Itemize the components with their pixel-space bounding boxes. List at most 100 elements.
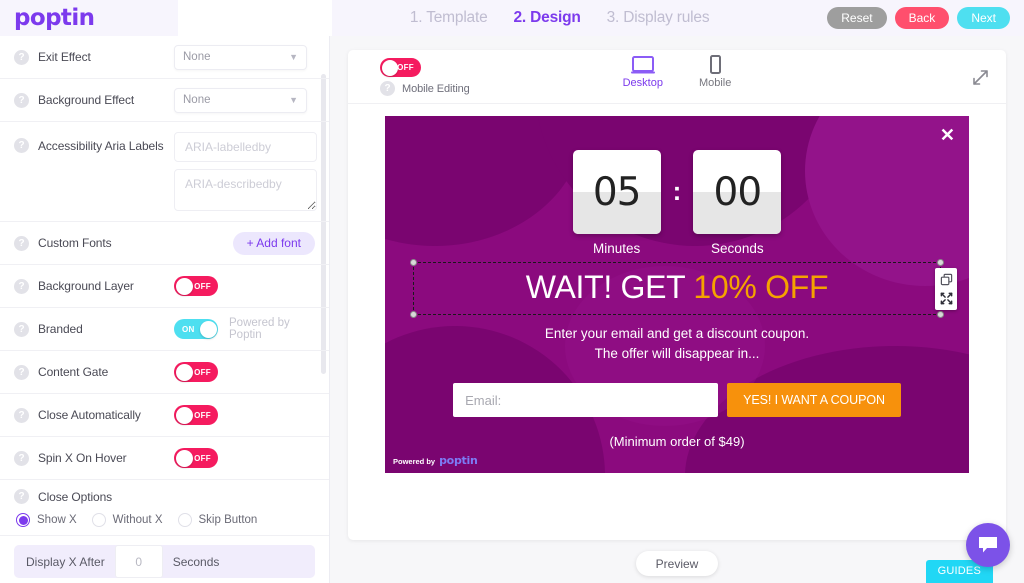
- timer-seconds-value: 00: [713, 169, 763, 215]
- headline-highlight-text: 10% OFF: [693, 269, 829, 305]
- setting-custom-fonts: ? Custom Fonts + Add font: [0, 222, 329, 265]
- timer-minutes: 05 Minutes: [572, 150, 661, 256]
- background-layer-toggle-state: OFF: [194, 281, 211, 291]
- reset-button[interactable]: Reset: [827, 7, 887, 29]
- spin-x-label: Spin X On Hover: [38, 451, 127, 465]
- resize-handle-top-left[interactable]: [410, 259, 417, 266]
- close-options-label: Close Options: [38, 489, 113, 504]
- help-icon[interactable]: ?: [14, 92, 29, 108]
- subtext-line-2: The offer will disappear in...: [594, 345, 760, 361]
- resize-handle-bottom-right[interactable]: [937, 311, 944, 318]
- aria-label-group: ? Accessibility Aria Labels: [14, 132, 174, 153]
- radio-skip-button-label: Skip Button: [198, 514, 258, 526]
- popup-canvas[interactable]: ✕ 05 Minutes : 00 Seconds WAIT! GET 10% …: [385, 116, 969, 473]
- setting-spin-x-on-hover: ? Spin X On Hover OFF: [0, 437, 329, 480]
- branded-toggle[interactable]: ON: [174, 319, 218, 339]
- coupon-submit-button[interactable]: YES! I WANT A COUPON: [727, 383, 901, 418]
- timer-seconds-label: Seconds: [711, 241, 764, 256]
- close-options-radios: Show X Without X Skip Button: [14, 513, 315, 527]
- resize-handle-top-right[interactable]: [937, 259, 944, 266]
- move-icon[interactable]: [940, 292, 953, 305]
- powered-by-prefix: Powered by: [393, 457, 436, 466]
- timer-separator: :: [672, 176, 682, 206]
- spin-x-toggle[interactable]: OFF: [174, 448, 218, 468]
- background-effect-label-group: ? Background Effect: [14, 92, 174, 108]
- chat-widget-button[interactable]: [966, 523, 1010, 567]
- setting-aria-labels: ? Accessibility Aria Labels: [0, 122, 329, 222]
- close-icon[interactable]: ✕: [940, 126, 955, 144]
- popup-subtext[interactable]: Enter your email and get a discount coup…: [385, 324, 969, 363]
- help-icon[interactable]: ?: [14, 138, 29, 153]
- toggle-knob: [175, 277, 193, 295]
- display-x-after-row: Display X After Seconds: [14, 545, 315, 578]
- content-gate-label-group: ? Content Gate: [14, 364, 174, 380]
- toggle-knob: [175, 449, 193, 467]
- add-font-button[interactable]: + Add font: [232, 231, 315, 255]
- display-x-after-input[interactable]: [114, 545, 163, 578]
- tab-desktop-label: Desktop: [622, 77, 663, 89]
- setting-close-options: ? Close Options Show X Without X Skip Bu…: [0, 480, 329, 536]
- next-button[interactable]: Next: [957, 7, 1010, 29]
- email-input[interactable]: [453, 383, 719, 418]
- content-gate-label: Content Gate: [38, 365, 109, 379]
- popup-headline[interactable]: WAIT! GET 10% OFF: [414, 269, 940, 306]
- background-layer-label: Background Layer: [38, 279, 134, 293]
- exit-effect-select[interactable]: None ▼: [174, 44, 307, 70]
- tab-mobile[interactable]: Mobile: [699, 55, 731, 89]
- tab-mobile-label: Mobile: [698, 77, 732, 89]
- background-layer-toggle[interactable]: OFF: [174, 276, 218, 296]
- help-icon[interactable]: ?: [14, 450, 29, 466]
- background-effect-label: Background Effect: [38, 93, 135, 107]
- radio-skip-button[interactable]: [177, 513, 192, 527]
- close-automatically-toggle[interactable]: OFF: [174, 405, 218, 425]
- logo-area: poptin: [0, 0, 178, 36]
- radio-without-x-label: Without X: [112, 514, 163, 526]
- resize-handle-bottom-left[interactable]: [410, 311, 417, 318]
- branded-note: Powered by Poptin: [229, 317, 290, 341]
- timer-card: 05: [572, 150, 661, 234]
- aria-describedby-input[interactable]: [174, 169, 317, 211]
- toggle-knob: [199, 320, 217, 338]
- poptin-logo[interactable]: poptin: [14, 5, 95, 31]
- content-gate-toggle-state: OFF: [194, 367, 211, 377]
- timer-card: 00: [693, 150, 782, 234]
- countdown-timer: 05 Minutes : 00 Seconds: [385, 116, 969, 256]
- step-design[interactable]: 2. Design: [514, 9, 581, 27]
- poptin-editor: poptin 1. Template 2. Design 3. Display …: [0, 0, 1024, 583]
- background-effect-select[interactable]: None ▼: [174, 87, 307, 113]
- help-icon[interactable]: ?: [14, 321, 29, 337]
- powered-by-badge[interactable]: Powered by poptin: [393, 454, 478, 467]
- element-tools: [935, 268, 957, 310]
- help-icon[interactable]: ?: [14, 49, 29, 65]
- content-gate-toggle[interactable]: OFF: [174, 362, 218, 382]
- settings-sidebar[interactable]: ? Exit Effect None ▼ ? Background Effect…: [0, 36, 330, 583]
- step-display-rules[interactable]: 3. Display rules: [607, 9, 710, 27]
- desktop-icon: [630, 56, 655, 74]
- expand-canvas-button[interactable]: [971, 68, 990, 92]
- help-icon[interactable]: ?: [14, 489, 29, 504]
- headline-selection-box[interactable]: WAIT! GET 10% OFF: [410, 259, 944, 318]
- toggle-knob: [175, 406, 193, 424]
- step-template[interactable]: 1. Template: [410, 9, 488, 27]
- back-button[interactable]: Back: [894, 7, 950, 29]
- help-icon[interactable]: ?: [14, 278, 29, 294]
- close-automatically-toggle-state: OFF: [194, 410, 211, 420]
- aria-labelledby-input[interactable]: [174, 132, 317, 162]
- chevron-down-icon: ▼: [289, 95, 298, 105]
- canvas-toolbar: OFF ? Mobile Editing Desktop Mobile: [348, 50, 1006, 104]
- radio-without-x[interactable]: [91, 513, 106, 527]
- preview-button-wrapper: Preview: [348, 551, 1006, 576]
- exit-effect-label-group: ? Exit Effect: [14, 49, 174, 65]
- radio-show-x[interactable]: [16, 513, 30, 527]
- help-icon[interactable]: ?: [14, 235, 29, 251]
- tab-desktop[interactable]: Desktop: [623, 55, 663, 89]
- custom-fonts-label-group: ? Custom Fonts: [14, 235, 174, 251]
- help-icon[interactable]: ?: [14, 364, 29, 380]
- duplicate-icon[interactable]: [940, 273, 953, 286]
- help-icon[interactable]: ?: [14, 407, 29, 423]
- preview-button[interactable]: Preview: [635, 551, 719, 576]
- popup-preview-area: ✕ 05 Minutes : 00 Seconds WAIT! GET 10% …: [348, 104, 1006, 540]
- spin-x-toggle-state: OFF: [194, 453, 211, 463]
- radio-show-x-label: Show X: [37, 514, 77, 526]
- toggle-knob: [175, 363, 193, 381]
